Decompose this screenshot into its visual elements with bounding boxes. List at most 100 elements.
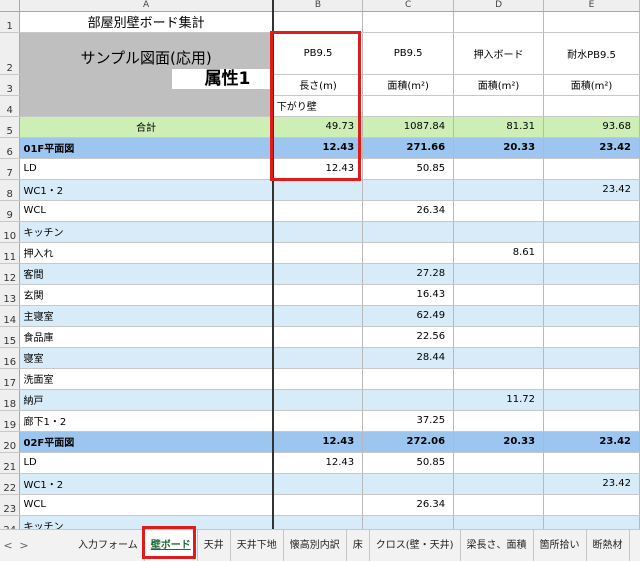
value-cell[interactable] (543, 221, 640, 243)
value-cell[interactable] (543, 452, 640, 474)
value-cell[interactable] (543, 515, 640, 529)
room-label-cell[interactable]: キッチン (19, 221, 274, 243)
room-label-cell[interactable]: 食品庫 (19, 326, 274, 348)
row-number[interactable]: 12 (0, 263, 21, 285)
value-cell[interactable] (543, 494, 640, 516)
row-number[interactable]: 6 (0, 137, 21, 159)
sample-header-cell[interactable]: サンプル図面(応用) 属性1 (19, 32, 274, 117)
value-cell[interactable]: 23.42 (543, 137, 640, 159)
value-cell[interactable]: 20.33 (453, 137, 545, 159)
row-number[interactable]: 2 (0, 32, 21, 75)
header-cell[interactable]: 面積(m²) (362, 74, 455, 96)
value-cell[interactable] (543, 158, 640, 180)
value-cell[interactable] (543, 410, 640, 432)
value-cell[interactable] (453, 473, 545, 495)
value-cell[interactable] (362, 368, 455, 390)
value-cell[interactable] (362, 242, 455, 264)
row-number[interactable]: 24 (0, 515, 21, 529)
value-cell[interactable]: 28.44 (362, 347, 455, 369)
value-cell[interactable] (362, 179, 455, 201)
room-label-cell[interactable]: 合計 (19, 116, 274, 138)
value-cell[interactable] (453, 200, 545, 222)
value-cell[interactable] (272, 326, 364, 348)
value-cell[interactable] (453, 515, 545, 529)
value-cell[interactable]: 12.43 (272, 137, 364, 159)
column-header[interactable]: C (362, 0, 455, 12)
room-label-cell[interactable]: WC1・2 (19, 473, 274, 495)
header-cell[interactable]: 長さ(m) (272, 74, 364, 96)
row-number[interactable]: 15 (0, 326, 21, 348)
cell[interactable] (272, 11, 364, 33)
value-cell[interactable] (453, 347, 545, 369)
value-cell[interactable]: 81.31 (453, 116, 545, 138)
value-cell[interactable] (272, 494, 364, 516)
room-label-cell[interactable]: WCL (19, 494, 274, 516)
value-cell[interactable] (272, 179, 364, 201)
room-label-cell[interactable]: LD (19, 158, 274, 180)
sheet-tab[interactable]: クロス(壁・天井) (370, 530, 461, 561)
row-number[interactable]: 8 (0, 179, 21, 201)
sheet-tab[interactable]: 懐高別内訳 (284, 530, 347, 561)
value-cell[interactable] (272, 221, 364, 243)
row-number[interactable]: 19 (0, 410, 21, 432)
cell[interactable] (453, 11, 545, 33)
value-cell[interactable] (272, 410, 364, 432)
value-cell[interactable] (362, 515, 455, 529)
value-cell[interactable]: 20.33 (453, 431, 545, 453)
row-number[interactable]: 22 (0, 473, 21, 495)
value-cell[interactable]: 26.34 (362, 200, 455, 222)
header-cell[interactable]: PB9.5 (362, 32, 455, 75)
room-label-cell[interactable]: WC1・2 (19, 179, 274, 201)
value-cell[interactable] (453, 284, 545, 306)
value-cell[interactable]: 12.43 (272, 158, 364, 180)
value-cell[interactable] (272, 515, 364, 529)
value-cell[interactable] (453, 221, 545, 243)
header-cell[interactable]: 面積(m²) (453, 74, 545, 96)
column-header[interactable]: B (272, 0, 364, 12)
header-cell[interactable]: 下がり壁 (272, 95, 364, 117)
header-cell[interactable] (453, 95, 545, 117)
room-label-cell[interactable]: 押入れ (19, 242, 274, 264)
value-cell[interactable]: 26.34 (362, 494, 455, 516)
room-label-cell[interactable]: 客間 (19, 263, 274, 285)
header-cell[interactable]: 耐水PB9.5 (543, 32, 640, 75)
value-cell[interactable] (362, 221, 455, 243)
row-number[interactable]: 21 (0, 452, 21, 474)
row-number[interactable]: 16 (0, 347, 21, 369)
value-cell[interactable] (272, 347, 364, 369)
row-number[interactable]: 17 (0, 368, 21, 390)
value-cell[interactable]: 271.66 (362, 137, 455, 159)
sheet-tab[interactable]: 梁長さ、面積 (461, 530, 534, 561)
value-cell[interactable]: 8.61 (453, 242, 545, 264)
row-number[interactable]: 10 (0, 221, 21, 243)
room-label-cell[interactable]: キッチン (19, 515, 274, 529)
value-cell[interactable] (543, 200, 640, 222)
value-cell[interactable]: 12.43 (272, 431, 364, 453)
value-cell[interactable] (453, 368, 545, 390)
row-number[interactable]: 5 (0, 116, 21, 138)
value-cell[interactable] (543, 263, 640, 285)
tab-scroll-right-button[interactable]: > (16, 539, 32, 552)
room-label-cell[interactable]: 洗面室 (19, 368, 274, 390)
row-number[interactable]: 20 (0, 431, 21, 453)
value-cell[interactable] (543, 368, 640, 390)
row-number[interactable]: 23 (0, 494, 21, 516)
value-cell[interactable]: 23.42 (543, 431, 640, 453)
room-label-cell[interactable]: 玄関 (19, 284, 274, 306)
room-label-cell[interactable]: 納戸 (19, 389, 274, 411)
row-number[interactable]: 7 (0, 158, 21, 180)
column-header[interactable]: D (453, 0, 545, 12)
value-cell[interactable]: 37.25 (362, 410, 455, 432)
value-cell[interactable] (543, 242, 640, 264)
value-cell[interactable] (272, 368, 364, 390)
value-cell[interactable] (453, 158, 545, 180)
sheet-tab[interactable]: 壁ボード (144, 530, 198, 561)
header-cell[interactable]: 面積(m²) (543, 74, 640, 96)
room-label-cell[interactable]: LD (19, 452, 274, 474)
header-cell[interactable] (362, 95, 455, 117)
select-all-corner[interactable] (0, 0, 21, 12)
row-number[interactable]: 3 (0, 74, 21, 96)
value-cell[interactable]: 23.42 (543, 179, 640, 201)
cell[interactable] (362, 11, 455, 33)
value-cell[interactable] (272, 242, 364, 264)
